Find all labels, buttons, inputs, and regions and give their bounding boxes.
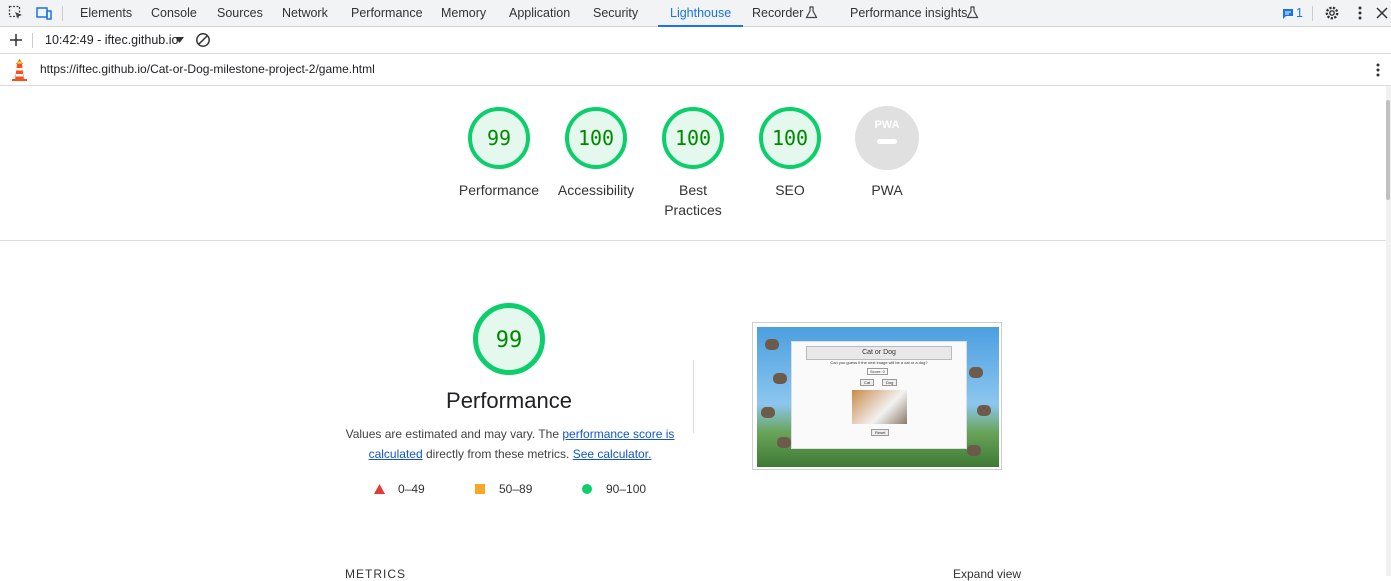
triangle-icon bbox=[374, 484, 385, 494]
legend-label: 0–49 bbox=[398, 482, 425, 496]
screenshot-image: Cat or Dog Can you guess if the next ima… bbox=[757, 327, 999, 467]
game-score: Score: 0 bbox=[867, 368, 888, 375]
game-dog-button: Dog bbox=[882, 379, 898, 386]
score-value: 100 bbox=[578, 126, 614, 150]
issues-count[interactable]: 1 bbox=[1296, 0, 1303, 27]
game-subtitle: Can you guess if the next image will be … bbox=[830, 360, 928, 365]
legend-average: 50–89 bbox=[475, 481, 532, 497]
metrics-heading: METRICS bbox=[345, 567, 406, 581]
game-cat-button: Cat bbox=[860, 379, 875, 386]
scrollbar[interactable] bbox=[1386, 86, 1391, 576]
legend-fail: 0–49 bbox=[374, 481, 425, 497]
lighthouse-toolbar: 10:42:49 - iftec.github.io bbox=[0, 27, 1391, 54]
pet-image bbox=[977, 405, 991, 416]
vertical-divider bbox=[693, 360, 694, 433]
tab-elements[interactable]: Elements bbox=[80, 0, 132, 27]
pet-image bbox=[969, 367, 983, 378]
pet-image bbox=[777, 437, 791, 448]
score-gauge-best-practices[interactable]: 100 Best Practices bbox=[638, 106, 748, 220]
gauge-ring: 100 bbox=[759, 107, 821, 169]
performance-description: Values are estimated and may vary. The p… bbox=[345, 424, 675, 464]
report-selector[interactable]: 10:42:49 - iftec.github.io bbox=[45, 27, 178, 53]
legend-pass: 90–100 bbox=[582, 481, 646, 497]
score-value: 100 bbox=[772, 126, 808, 150]
experimental-flask-icon bbox=[805, 6, 818, 19]
tab-security[interactable]: Security bbox=[593, 0, 638, 27]
clear-block-icon[interactable] bbox=[195, 32, 211, 48]
pet-image bbox=[967, 445, 981, 456]
legend-label: 90–100 bbox=[606, 482, 647, 496]
report-url: https://iftec.github.io/Cat-or-Dog-miles… bbox=[40, 62, 375, 76]
scrollbar-thumb[interactable] bbox=[1386, 100, 1390, 200]
tab-network[interactable]: Network bbox=[282, 0, 328, 27]
toolbar-separator bbox=[62, 6, 63, 21]
score-gauge-pwa[interactable]: PWA PWA bbox=[832, 106, 942, 200]
section-divider bbox=[0, 240, 1386, 241]
score-label: Performance bbox=[458, 182, 540, 198]
score-label: Accessibility bbox=[557, 182, 635, 198]
lighthouse-logo-icon bbox=[12, 59, 27, 81]
score-label: SEO bbox=[775, 182, 805, 198]
gauge-ring: 100 bbox=[662, 107, 724, 169]
game-pet-photo bbox=[852, 390, 907, 424]
game-title: Cat or Dog bbox=[806, 346, 952, 360]
score-gauge-performance[interactable]: 99 Performance bbox=[444, 106, 554, 200]
tab-console[interactable]: Console bbox=[151, 0, 197, 27]
toolbar-separator bbox=[32, 33, 33, 48]
new-report-plus-icon[interactable] bbox=[9, 33, 23, 47]
score-value: 100 bbox=[675, 126, 711, 150]
tab-performance-insights[interactable]: Performance insights bbox=[850, 0, 967, 27]
pet-image bbox=[765, 339, 779, 350]
game-reset-button: Reset bbox=[871, 429, 890, 436]
score-label: PWA bbox=[871, 182, 903, 198]
circle-icon bbox=[582, 484, 592, 494]
final-screenshot[interactable]: Cat or Dog Can you guess if the next ima… bbox=[752, 322, 1002, 470]
game-card: Cat or Dog Can you guess if the next ima… bbox=[791, 341, 967, 449]
devtools-tabbar: Elements Console Sources Network Perform… bbox=[0, 0, 1391, 27]
pet-image bbox=[773, 373, 787, 384]
inspect-element-icon[interactable] bbox=[8, 5, 24, 21]
toolbar-separator bbox=[1312, 6, 1313, 21]
pet-image bbox=[761, 407, 775, 418]
tab-performance[interactable]: Performance bbox=[351, 0, 423, 27]
experimental-flask-icon bbox=[966, 6, 979, 19]
close-devtools-icon[interactable] bbox=[1374, 5, 1390, 21]
pwa-badge-text: PWA bbox=[874, 119, 899, 131]
performance-title: Performance bbox=[446, 388, 572, 413]
tab-sources[interactable]: Sources bbox=[217, 0, 263, 27]
desc-text: directly from these metrics. bbox=[422, 447, 573, 461]
tab-lighthouse[interactable]: Lighthouse bbox=[657, 0, 744, 27]
score-label: Best Practices bbox=[664, 182, 722, 218]
tab-application[interactable]: Application bbox=[509, 0, 570, 27]
gauge-ring: 99 bbox=[468, 107, 530, 169]
device-toolbar-icon[interactable] bbox=[36, 5, 52, 21]
gauge-ring: 100 bbox=[565, 107, 627, 169]
issues-icon[interactable] bbox=[1282, 8, 1294, 20]
more-options-icon[interactable] bbox=[1371, 62, 1385, 78]
score-gauge-accessibility[interactable]: 100 Accessibility bbox=[541, 106, 651, 200]
tab-recorder[interactable]: Recorder bbox=[752, 0, 803, 27]
score-gauge-seo[interactable]: 100 SEO bbox=[735, 106, 845, 200]
score-value: 99 bbox=[487, 126, 511, 150]
performance-score-value: 99 bbox=[496, 328, 523, 353]
chevron-down-icon[interactable] bbox=[175, 36, 184, 44]
pwa-badge-icon: PWA bbox=[855, 106, 919, 170]
expand-view-toggle[interactable]: Expand view bbox=[953, 567, 1021, 581]
settings-gear-icon[interactable] bbox=[1324, 5, 1340, 21]
more-options-icon[interactable] bbox=[1352, 5, 1368, 21]
square-icon bbox=[475, 484, 485, 494]
see-calculator-link[interactable]: See calculator. bbox=[573, 447, 652, 461]
tab-memory[interactable]: Memory bbox=[441, 0, 486, 27]
legend-label: 50–89 bbox=[499, 482, 533, 496]
performance-gauge: 99 bbox=[473, 303, 545, 375]
desc-text: Values are estimated and may vary. The bbox=[345, 427, 563, 441]
report-url-bar: https://iftec.github.io/Cat-or-Dog-miles… bbox=[0, 54, 1391, 86]
